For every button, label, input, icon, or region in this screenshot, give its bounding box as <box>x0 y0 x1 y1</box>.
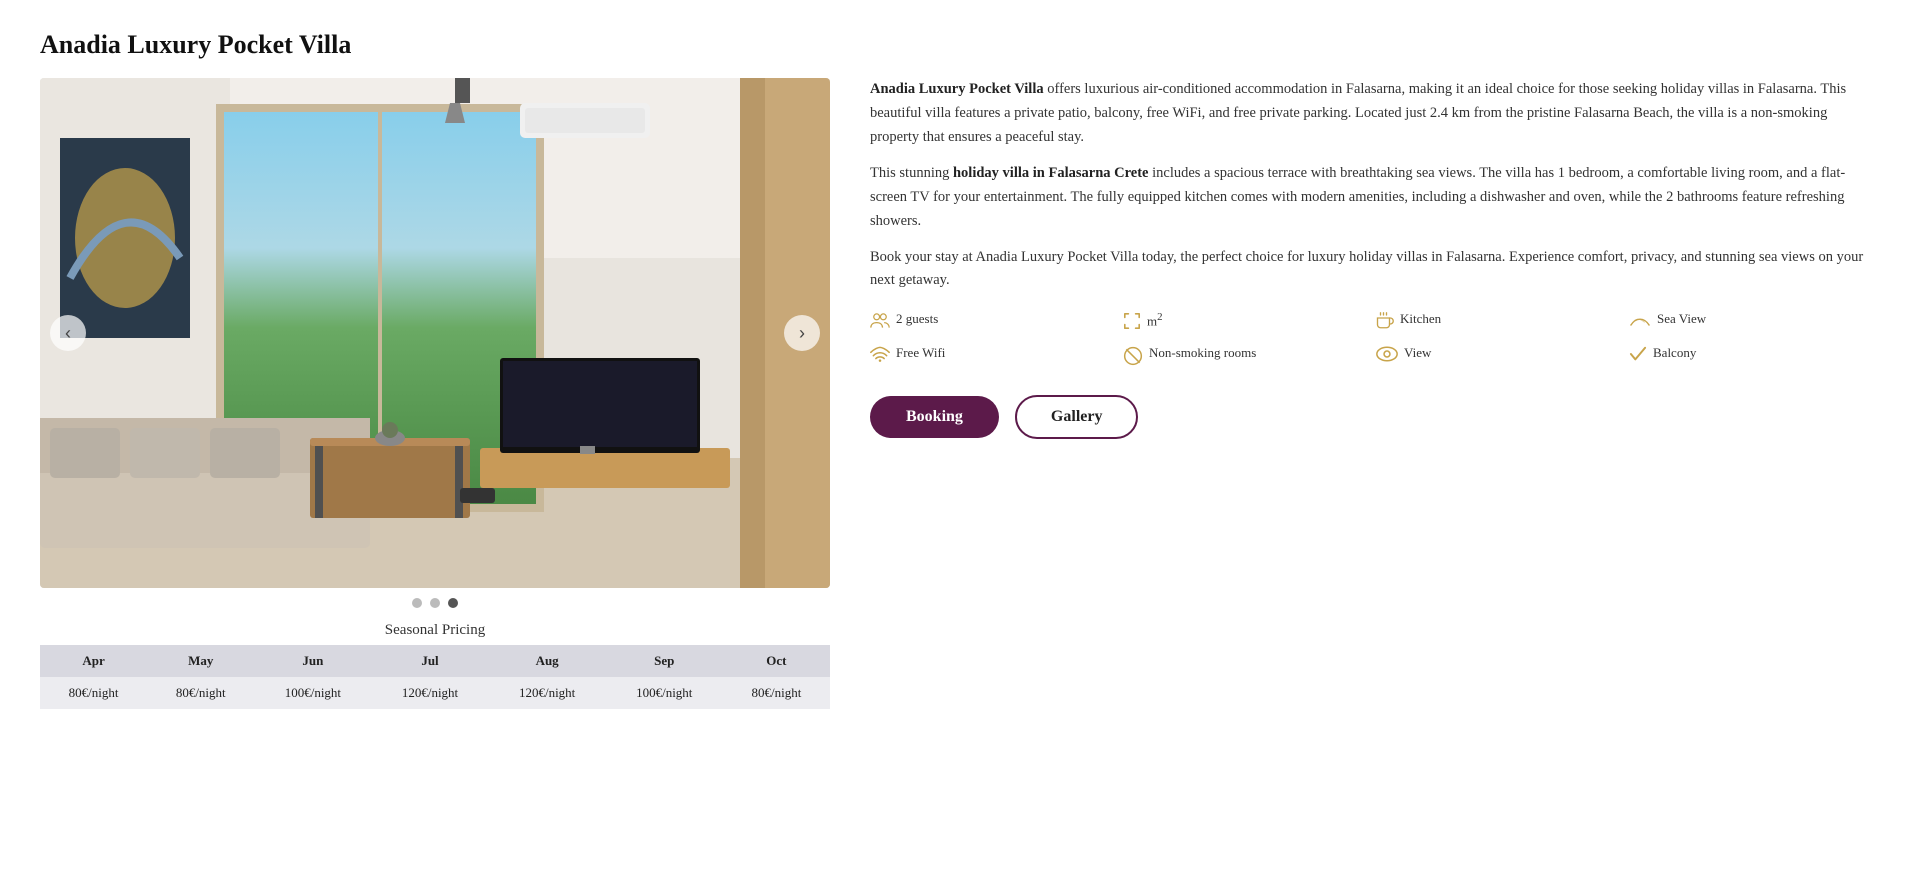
desc-para2-pre: This stunning <box>870 165 953 181</box>
pricing-header-row: Apr May Jun Jul Aug Sep Oct <box>40 645 830 677</box>
view-icon <box>1376 346 1398 367</box>
col-sep: Sep <box>606 645 723 677</box>
amenity-guests-label: 2 guests <box>896 311 938 327</box>
slider-image <box>40 78 830 588</box>
slider-dot-2[interactable] <box>430 598 440 608</box>
desc-para3: Book your stay at Anadia Luxury Pocket V… <box>870 246 1876 294</box>
col-jun: Jun <box>254 645 371 677</box>
nosmoking-icon <box>1123 346 1143 371</box>
amenity-view-label: View <box>1404 345 1431 361</box>
price-sep: 100€/night <box>606 677 723 709</box>
pricing-section: Seasonal Pricing Apr May Jun Jul Aug Sep… <box>40 622 830 709</box>
pricing-data-row: 80€/night 80€/night 100€/night 120€/nigh… <box>40 677 830 709</box>
col-apr: Apr <box>40 645 147 677</box>
col-aug: Aug <box>489 645 606 677</box>
amenity-wifi-label: Free Wifi <box>896 345 945 361</box>
amenity-guests: 2 guests <box>870 311 1117 335</box>
slider-next-button[interactable]: › <box>784 315 820 351</box>
gallery-button[interactable]: Gallery <box>1015 395 1139 439</box>
guests-icon <box>870 312 890 335</box>
price-jun: 100€/night <box>254 677 371 709</box>
amenity-balcony: Balcony <box>1629 345 1876 371</box>
desc-para2-bold: holiday villa in Falasarna Crete <box>953 165 1149 181</box>
amenity-kitchen-label: Kitchen <box>1400 311 1441 327</box>
wifi-icon <box>870 346 890 367</box>
pricing-title: Seasonal Pricing <box>40 622 830 639</box>
amenity-nosmoking-label: Non-smoking rooms <box>1149 345 1256 361</box>
image-slider: ‹ › <box>40 78 830 588</box>
col-may: May <box>147 645 254 677</box>
main-layout: ‹ › Seasonal Pricing Apr May Jun Jul Aug <box>40 78 1876 709</box>
slider-dot-3[interactable] <box>448 598 458 608</box>
amenity-wifi: Free Wifi <box>870 345 1117 371</box>
desc-para1: Anadia Luxury Pocket Villa offers luxuri… <box>870 78 1876 150</box>
amenity-sqm-label: m2 <box>1147 311 1163 329</box>
price-may: 80€/night <box>147 677 254 709</box>
slider-dots <box>40 598 830 608</box>
amenity-kitchen: Kitchen <box>1376 311 1623 335</box>
amenity-sqm: m2 <box>1123 311 1370 335</box>
amenities-grid: 2 guests m2 <box>870 311 1876 371</box>
page-title: Anadia Luxury Pocket Villa <box>40 30 1876 60</box>
buttons-row: Booking Gallery <box>870 395 1876 439</box>
price-apr: 80€/night <box>40 677 147 709</box>
slider-dot-1[interactable] <box>412 598 422 608</box>
amenity-seaview: Sea View <box>1629 311 1876 335</box>
room-illustration <box>40 78 830 588</box>
kitchen-icon <box>1376 312 1394 335</box>
price-jul: 120€/night <box>371 677 488 709</box>
desc-para1-bold: Anadia Luxury Pocket Villa <box>870 81 1044 97</box>
amenity-balcony-label: Balcony <box>1653 345 1696 361</box>
desc-para2: This stunning holiday villa in Falasarna… <box>870 162 1876 234</box>
col-oct: Oct <box>723 645 830 677</box>
booking-button[interactable]: Booking <box>870 396 999 438</box>
seaview-icon <box>1629 312 1651 333</box>
sqm-icon <box>1123 312 1141 335</box>
amenity-view: View <box>1376 345 1623 371</box>
slider-prev-button[interactable]: ‹ <box>50 315 86 351</box>
price-aug: 120€/night <box>489 677 606 709</box>
amenity-seaview-label: Sea View <box>1657 311 1706 327</box>
amenity-nosmoking: Non-smoking rooms <box>1123 345 1370 371</box>
description: Anadia Luxury Pocket Villa offers luxuri… <box>870 78 1876 293</box>
pricing-table: Apr May Jun Jul Aug Sep Oct 80€/night 80… <box>40 645 830 709</box>
balcony-icon <box>1629 346 1647 367</box>
col-jul: Jul <box>371 645 488 677</box>
left-column: ‹ › Seasonal Pricing Apr May Jun Jul Aug <box>40 78 830 709</box>
right-column: Anadia Luxury Pocket Villa offers luxuri… <box>870 78 1876 439</box>
price-oct: 80€/night <box>723 677 830 709</box>
